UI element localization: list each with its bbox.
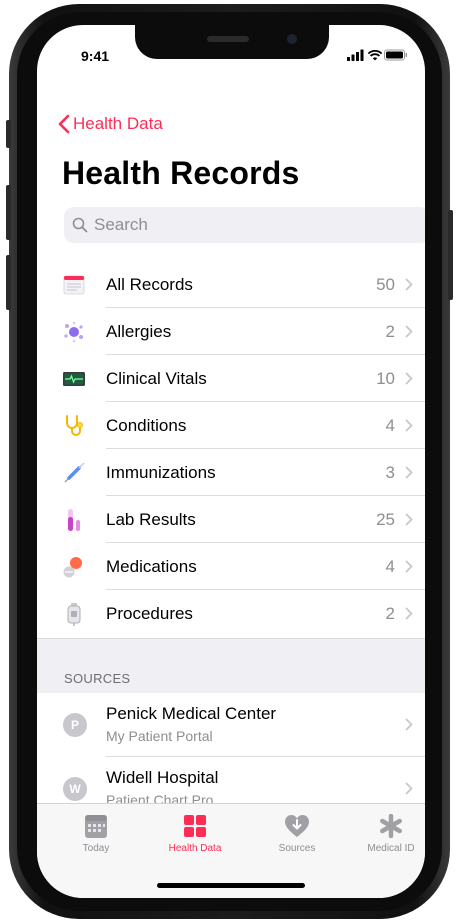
all-records-icon xyxy=(63,275,85,295)
health-data-grid-icon xyxy=(184,815,206,837)
notch xyxy=(135,25,329,59)
source-avatar: W xyxy=(63,777,87,801)
source-name: Widell Hospital xyxy=(106,768,219,787)
tab-health-data[interactable]: Health Data xyxy=(155,812,235,854)
sources-heart-icon xyxy=(285,815,309,837)
row-count: 2 xyxy=(385,604,395,623)
page-title: Health Records xyxy=(62,155,300,191)
tab-label: Sources xyxy=(278,843,316,854)
row-count: 4 xyxy=(385,557,395,576)
chevron-right-icon xyxy=(405,278,413,291)
source-subtitle: My Patient Portal xyxy=(106,728,213,744)
source-name: Penick Medical Center xyxy=(106,704,277,723)
tab-sources[interactable]: Sources xyxy=(257,812,337,854)
records-row-immunizations[interactable]: Immunizations 3 xyxy=(37,449,425,496)
wifi-icon xyxy=(367,50,383,61)
earpiece-speaker xyxy=(207,36,249,42)
source-item-penick-medical-center[interactable]: P Penick Medical Center My Patient Porta… xyxy=(37,693,425,757)
row-label: Conditions xyxy=(106,416,187,435)
chevron-right-icon xyxy=(405,560,413,573)
home-indicator[interactable] xyxy=(157,883,305,888)
sources-section-header: SOURCES xyxy=(37,638,425,695)
chevron-right-icon xyxy=(405,466,413,479)
row-label: Immunizations xyxy=(106,463,216,482)
tab-label: Health Data xyxy=(168,843,222,854)
volume-down-button xyxy=(6,255,11,310)
row-label: Procedures xyxy=(106,604,193,623)
search-icon xyxy=(72,217,88,233)
allergies-icon xyxy=(64,321,83,343)
sources-header-label: SOURCES xyxy=(64,671,131,686)
tab-label: Medical ID xyxy=(367,843,415,854)
row-count: 3 xyxy=(385,463,395,482)
screen: 9:41 Health Data Health Records Search A… xyxy=(37,25,425,898)
row-count: 50 xyxy=(376,275,395,294)
chevron-right-icon xyxy=(405,513,413,526)
side-button xyxy=(448,210,453,300)
row-count: 4 xyxy=(385,416,395,435)
row-count: 10 xyxy=(376,369,395,388)
records-row-medications[interactable]: Medications 4 xyxy=(37,543,425,590)
chevron-right-icon xyxy=(405,782,413,795)
chevron-right-icon xyxy=(405,607,413,620)
row-count: 25 xyxy=(376,510,395,529)
chevron-right-icon xyxy=(405,718,413,731)
chevron-right-icon xyxy=(405,372,413,385)
volume-up-button xyxy=(6,185,11,240)
tab-today[interactable]: Today xyxy=(56,812,136,854)
today-icon xyxy=(85,815,107,838)
tab-bar: Today Health Data Sources Medical ID xyxy=(37,803,425,898)
procedures-icon xyxy=(67,603,81,626)
syringe-icon xyxy=(64,462,85,483)
chevron-right-icon xyxy=(405,325,413,338)
source-avatar: P xyxy=(63,713,87,737)
row-label: All Records xyxy=(106,275,193,294)
records-row-lab-results[interactable]: Lab Results 25 xyxy=(37,496,425,543)
chevron-left-icon xyxy=(58,114,70,134)
row-label: Clinical Vitals xyxy=(106,369,207,388)
records-row-conditions[interactable]: Conditions 4 xyxy=(37,402,425,449)
tab-medical-id[interactable]: Medical ID xyxy=(351,812,425,854)
test-tube-icon xyxy=(68,509,80,531)
chevron-right-icon xyxy=(405,419,413,432)
records-row-procedures[interactable]: Procedures 2 xyxy=(37,590,425,637)
records-list: All Records 50 Allergies 2 Clinical Vita… xyxy=(37,261,425,637)
medical-id-asterisk-icon xyxy=(380,814,402,838)
records-row-clinical-vitals[interactable]: Clinical Vitals 10 xyxy=(37,355,425,402)
row-count: 2 xyxy=(385,322,395,341)
tab-label: Today xyxy=(82,843,110,854)
front-camera xyxy=(287,34,297,44)
search-bar[interactable] xyxy=(64,207,425,243)
row-label: Allergies xyxy=(106,322,172,341)
records-row-allergies[interactable]: Allergies 2 xyxy=(37,308,425,355)
row-label: Lab Results xyxy=(106,510,196,529)
pills-icon xyxy=(63,557,82,578)
back-button-label: Health Data xyxy=(73,114,163,133)
status-time: 9:41 xyxy=(81,48,110,64)
battery-icon xyxy=(384,49,407,61)
row-label: Medications xyxy=(106,557,197,576)
back-button[interactable]: Health Data xyxy=(58,114,163,134)
search-input[interactable] xyxy=(94,215,394,235)
clinical-vitals-icon xyxy=(63,372,85,386)
mute-switch xyxy=(6,120,11,148)
stethoscope-icon xyxy=(66,415,83,436)
status-icons xyxy=(347,48,407,64)
records-row-all-records[interactable]: All Records 50 xyxy=(37,261,425,308)
cellular-signal-icon xyxy=(347,49,364,61)
